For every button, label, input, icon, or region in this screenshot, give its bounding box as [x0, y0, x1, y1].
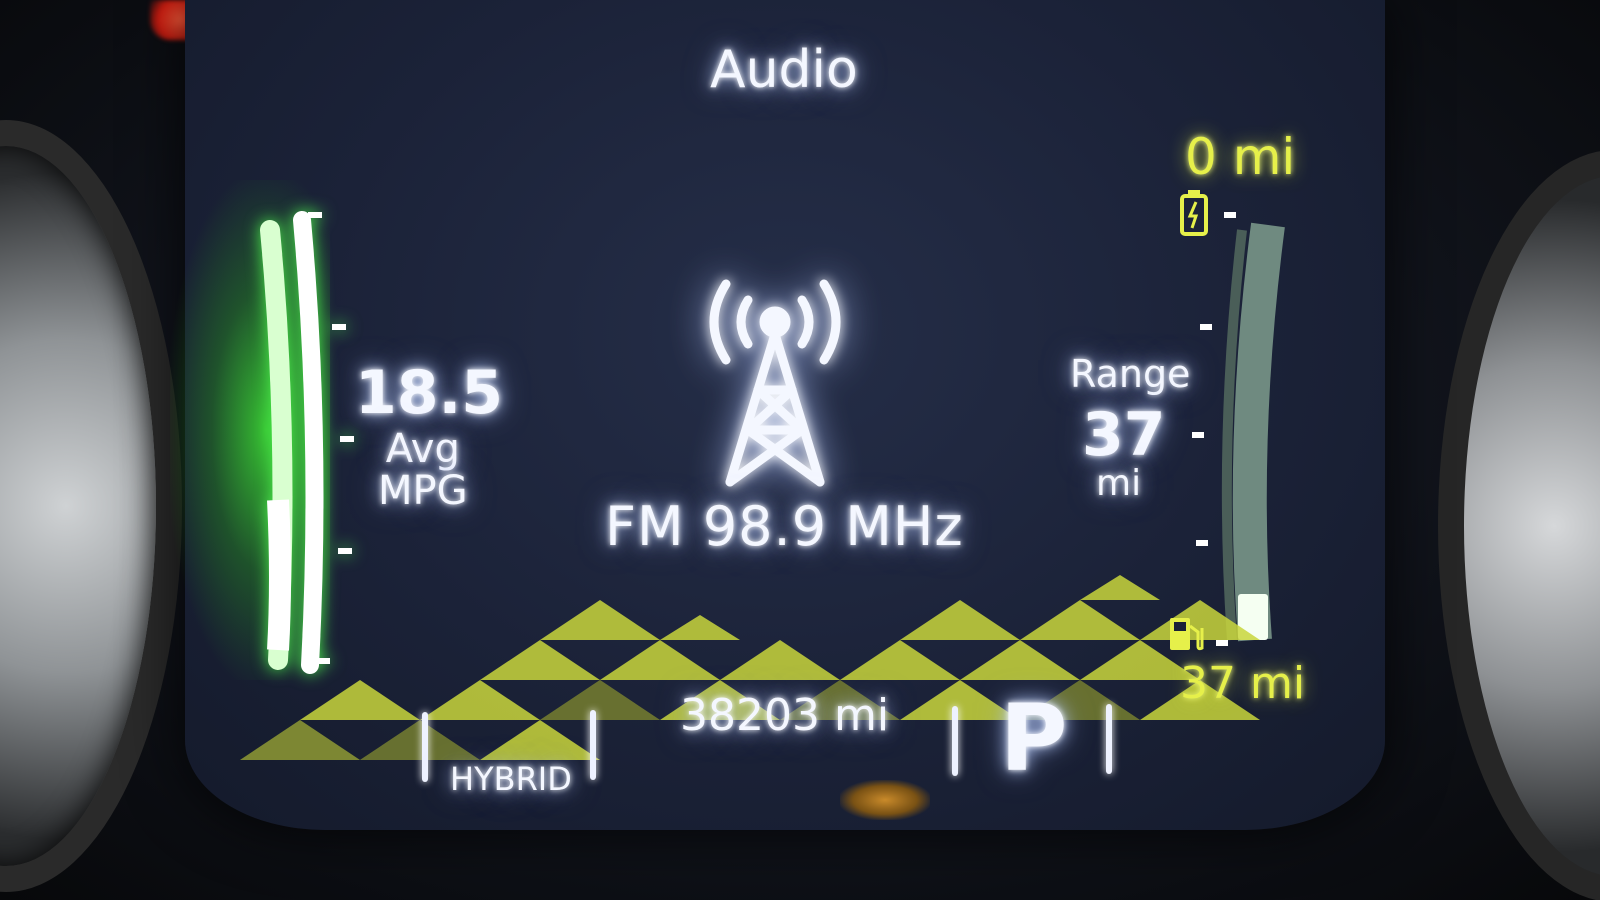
insect-on-screen — [840, 780, 930, 820]
instrument-cluster: Audio FM 98.9 MHz 18.5 Avg MPG Range 37 … — [0, 0, 1600, 900]
gauge-tick — [338, 548, 352, 554]
gauge-tick — [332, 324, 346, 330]
range-unit: mi — [1096, 463, 1142, 504]
avg-mpg-label: Avg MPG — [378, 428, 468, 512]
radio-tower-icon — [709, 279, 841, 487]
gauge-tick — [1196, 540, 1208, 546]
avg-mpg-value: 18.5 — [355, 358, 504, 428]
status-divider — [1106, 704, 1112, 774]
battery-icon — [1180, 190, 1208, 236]
range-value: 37 — [1082, 400, 1166, 470]
gauge-tick — [308, 212, 322, 218]
fuel-pump-icon — [1170, 618, 1204, 651]
radio-station: FM 98.9 MHz — [605, 495, 964, 558]
screen-title: Audio — [710, 40, 858, 100]
drive-mode: HYBRID — [450, 760, 572, 798]
left-gauge-bezel — [0, 120, 182, 892]
right-gauge-bezel — [1438, 150, 1600, 900]
gauge-tick — [1224, 212, 1236, 218]
avg-label-line2: MPG — [378, 468, 468, 514]
gauge-tick — [1192, 432, 1204, 438]
gauge-tick — [340, 436, 354, 442]
odometer: 38203 mi — [680, 690, 890, 741]
status-divider — [590, 710, 596, 780]
fuel-range: 37 mi — [1180, 658, 1306, 709]
electric-range: 0 mi — [1185, 128, 1296, 186]
gauge-tick — [1200, 324, 1212, 330]
gear-indicator: P — [1000, 685, 1068, 792]
status-divider — [422, 712, 428, 782]
range-label: Range — [1070, 352, 1191, 396]
status-divider — [952, 706, 958, 776]
avg-label-line1: Avg — [385, 426, 460, 472]
